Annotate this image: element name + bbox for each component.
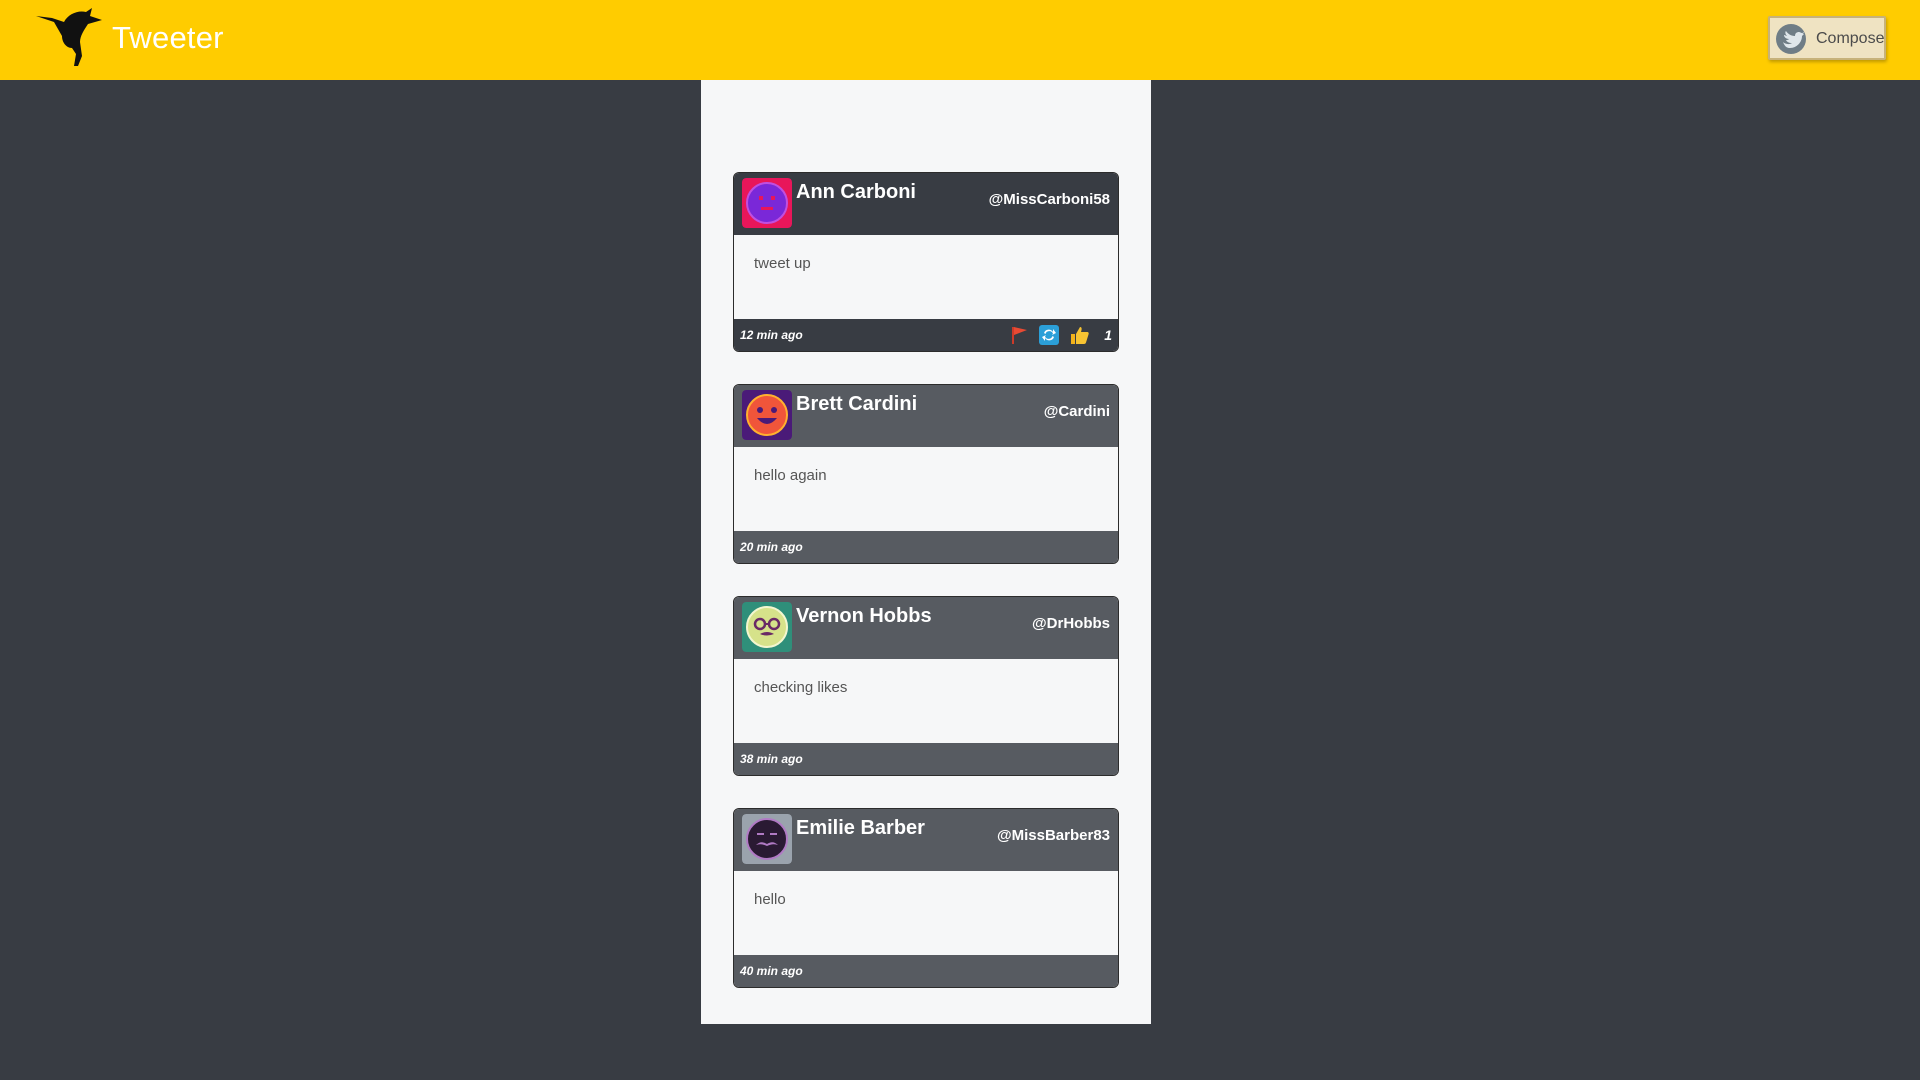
tweet-footer: 12 min ago 1 [734, 319, 1118, 351]
tweet-card[interactable]: Vernon Hobbs @DrHobbs checking likes 38 … [733, 596, 1119, 776]
tweet-text: checking likes [754, 679, 848, 696]
tweet-feed: Ann Carboni @MissCarboni58 tweet up 12 m… [701, 80, 1151, 1024]
author-name[interactable]: Emilie Barber [796, 817, 925, 840]
tweet-header: Ann Carboni @MissCarboni58 [734, 173, 1118, 235]
like-count: 1 [1104, 327, 1112, 343]
tweet-text: hello [754, 891, 786, 908]
tweet-timestamp: 38 min ago [740, 752, 803, 766]
hummingbird-logo-icon [36, 8, 102, 66]
glasses-face-icon [742, 602, 792, 652]
tweet-footer: 20 min ago [734, 531, 1118, 563]
tweet-actions: 1 [1008, 324, 1112, 346]
author-handle[interactable]: @Cardini [1044, 403, 1110, 420]
tweet-timestamp: 12 min ago [740, 328, 803, 342]
tweet-card[interactable]: Brett Cardini @Cardini hello again 20 mi… [733, 384, 1119, 564]
retweet-icon[interactable] [1038, 324, 1060, 346]
tweet-timestamp: 20 min ago [740, 540, 803, 554]
author-handle[interactable]: @MissCarboni58 [989, 191, 1110, 208]
tweet-header: Brett Cardini @Cardini [734, 385, 1118, 447]
tweet-footer: 38 min ago [734, 743, 1118, 775]
author-name[interactable]: Brett Cardini [796, 393, 917, 416]
compose-button[interactable]: Compose [1768, 16, 1886, 60]
happy-face-icon [742, 390, 792, 440]
tweet-text: tweet up [754, 255, 811, 272]
author-name[interactable]: Vernon Hobbs [796, 605, 932, 628]
compose-label: Compose [1816, 30, 1885, 47]
author-handle[interactable]: @MissBarber83 [997, 827, 1110, 844]
tweet-footer: 40 min ago [734, 955, 1118, 987]
mustache-face-icon [742, 814, 792, 864]
tweet-header: Vernon Hobbs @DrHobbs [734, 597, 1118, 659]
tweet-text: hello again [754, 467, 827, 484]
author-handle[interactable]: @DrHobbs [1032, 615, 1110, 632]
bird-icon [1776, 24, 1806, 54]
tweet-timestamp: 40 min ago [740, 964, 803, 978]
flag-icon[interactable] [1008, 324, 1030, 346]
like-icon[interactable] [1068, 324, 1090, 346]
author-name[interactable]: Ann Carboni [796, 181, 916, 204]
tweet-header: Emilie Barber @MissBarber83 [734, 809, 1118, 871]
tweet-card[interactable]: Ann Carboni @MissCarboni58 tweet up 12 m… [733, 172, 1119, 352]
top-bar: Tweeter Compose [0, 0, 1920, 80]
smiley-face-icon [742, 178, 792, 228]
tweet-card[interactable]: Emilie Barber @MissBarber83 hello 40 min… [733, 808, 1119, 988]
app-title[interactable]: Tweeter [112, 20, 224, 56]
